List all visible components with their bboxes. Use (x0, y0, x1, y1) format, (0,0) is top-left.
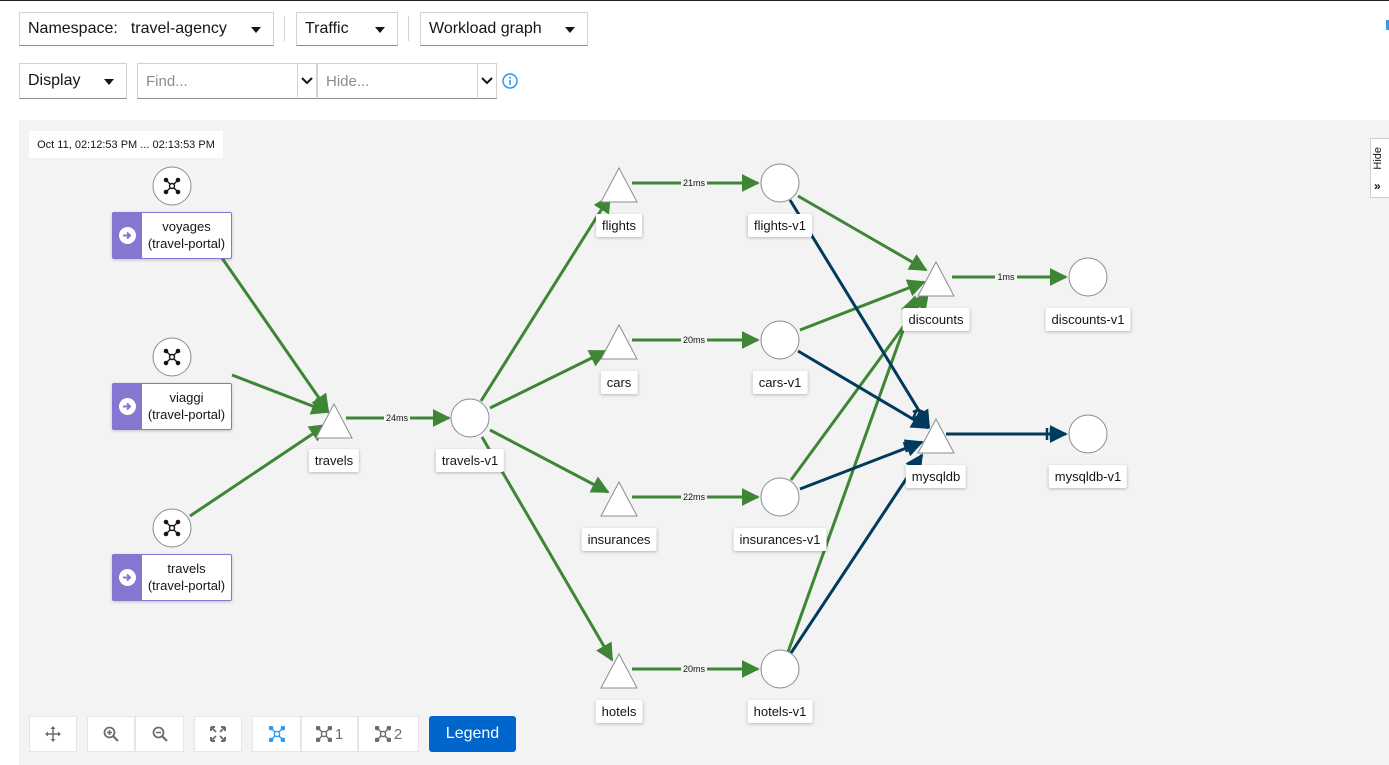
app-namespace: (travel-portal) (147, 578, 226, 593)
app-box-strip (113, 555, 142, 600)
arrow-right-circle-icon (119, 227, 136, 244)
arrow-right-circle-icon (119, 569, 136, 586)
topology-icon (315, 726, 332, 742)
workload-node-hotels-v1[interactable] (760, 649, 800, 689)
app-box-strip (113, 213, 142, 258)
workload-node-cars-v1[interactable] (760, 320, 800, 360)
node-label-hotels: hotels (595, 700, 643, 723)
node-label-insurances-v1: insurances-v1 (733, 528, 827, 551)
expand-icon (210, 726, 226, 742)
workload-node-flights-v1[interactable] (760, 163, 800, 203)
node-label-hotels-v1: hotels-v1 (747, 700, 813, 723)
zoom-out-icon (152, 726, 168, 742)
pan-button[interactable] (29, 716, 77, 752)
edge-label-cars: 20ms (683, 335, 706, 345)
zoom-out-button[interactable] (135, 716, 184, 752)
edge-viaggi-travels[interactable] (231, 373, 330, 415)
workload-node-voyages[interactable] (152, 166, 192, 206)
fit-to-screen-button[interactable] (194, 716, 242, 752)
app-box-viaggi[interactable]: viaggi (travel-portal) (112, 383, 232, 430)
app-namespace: (travel-portal) (147, 407, 226, 422)
workload-node-mysqldb-v1[interactable] (1068, 414, 1108, 454)
app-name: viaggi (169, 390, 204, 405)
layout-2-button[interactable]: 2 (358, 716, 419, 752)
node-label-travels: travels (308, 449, 360, 472)
node-label-discounts: discounts (902, 308, 970, 331)
edge-label-travels: 24ms (386, 413, 409, 423)
edge-label-hotels: 20ms (683, 664, 706, 674)
zoom-in-button[interactable] (87, 716, 135, 752)
edge-hotelsv1-discounts[interactable] (786, 295, 919, 653)
edge-voyages-travels[interactable] (220, 257, 330, 413)
edge-label-insurances: 22ms (683, 492, 706, 502)
app-namespace: (travel-portal) (147, 236, 226, 251)
layout-1-label: 1 (334, 725, 344, 743)
app-name: travels (167, 561, 206, 576)
app-name: voyages (162, 219, 211, 234)
node-label-flights-v1: flights-v1 (747, 214, 813, 237)
node-label-insurances: insurances (581, 528, 657, 551)
edge-carsv1-mysqldb[interactable] (797, 349, 930, 430)
node-label-mysqldb-v1: mysqldb-v1 (1048, 465, 1128, 488)
workload-node-viaggi[interactable] (152, 337, 192, 377)
workload-node-travels-portal[interactable] (152, 508, 192, 548)
circuit-breaker-icon (902, 441, 909, 453)
workload-node-travels-v1[interactable] (450, 398, 490, 438)
node-label-discounts-v1: discounts-v1 (1045, 308, 1131, 331)
service-node-hotels[interactable] (600, 652, 638, 689)
node-label-mysqldb: mysqldb (905, 465, 967, 488)
edge-label-discounts: 1ms (997, 272, 1015, 282)
edge-flightsv1-discounts[interactable] (797, 194, 928, 272)
app-box-voyages[interactable]: voyages (travel-portal) (112, 212, 232, 259)
legend-button[interactable]: Legend (429, 716, 516, 752)
layout-2-label: 2 (393, 725, 403, 743)
workload-node-discounts-v1[interactable] (1068, 257, 1108, 297)
node-label-travels-v1: travels-v1 (435, 449, 505, 472)
node-label-cars: cars (600, 371, 638, 394)
zoom-in-icon (103, 726, 119, 742)
app-box-travels[interactable]: travels (travel-portal) (112, 554, 232, 601)
layout-default-button[interactable] (252, 716, 301, 752)
app-box-strip (113, 384, 142, 429)
node-label-cars-v1: cars-v1 (752, 371, 808, 394)
workload-node-insurances-v1[interactable] (760, 477, 800, 517)
service-node-cars[interactable] (600, 323, 638, 360)
edge-travelsportal-travels[interactable] (189, 423, 328, 518)
arrow-right-circle-icon (119, 398, 136, 415)
topology-icon (268, 726, 285, 742)
edge-travelsv1-flights[interactable] (479, 194, 612, 402)
service-node-insurances[interactable] (600, 480, 638, 517)
edge-label-flights: 21ms (683, 178, 706, 188)
service-node-flights[interactable] (600, 166, 638, 203)
move-arrows-icon (45, 726, 61, 742)
node-label-flights: flights (596, 214, 642, 237)
topology-icon (374, 726, 391, 742)
layout-1-button[interactable]: 1 (301, 716, 358, 752)
